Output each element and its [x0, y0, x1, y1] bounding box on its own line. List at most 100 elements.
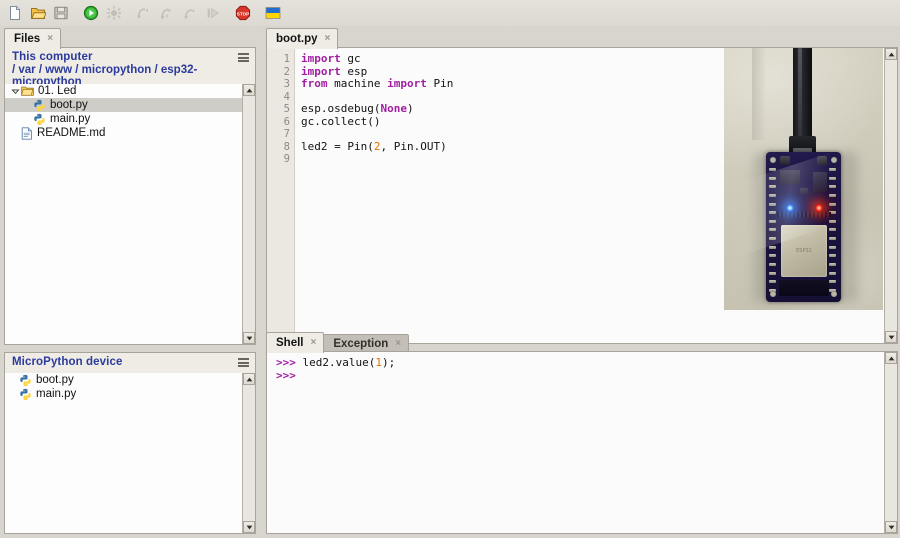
shell-console[interactable]: >>> led2.value(1); >>> [266, 351, 898, 534]
tab-files-label: Files [14, 33, 41, 45]
debug-icon[interactable] [103, 2, 125, 24]
tree-row-label: 01. Led [38, 85, 77, 97]
close-icon[interactable]: × [47, 34, 53, 44]
open-file-icon[interactable] [27, 2, 49, 24]
python-file-icon [33, 99, 46, 112]
scrollbar-track[interactable] [885, 364, 897, 521]
enable-button [817, 156, 827, 165]
shell-scrollbar[interactable] [884, 352, 897, 533]
editor-scrollbar[interactable] [884, 48, 897, 343]
shield-marking: ESP32 [796, 248, 812, 254]
code-token: ) [406, 102, 414, 116]
svg-text:STOP: STOP [237, 11, 249, 16]
right-pin-header [829, 168, 838, 292]
scroll-up-icon[interactable] [243, 373, 255, 385]
markdown-file-icon [21, 126, 33, 140]
code-token: machine [327, 77, 388, 91]
red-led-lit [815, 204, 823, 212]
code-token: , Pin.OUT) [380, 139, 447, 153]
device-tree-scrollbar[interactable] [242, 373, 255, 533]
new-file-icon[interactable] [4, 2, 26, 24]
main-toolbar: STOP [0, 0, 900, 26]
files-panel-title: This computer [12, 51, 93, 63]
python-file-icon [19, 388, 32, 401]
files-tabstrip: Files × [4, 26, 62, 49]
step-into-icon[interactable] [156, 2, 178, 24]
scroll-up-icon[interactable] [885, 48, 897, 60]
scroll-up-icon[interactable] [885, 352, 897, 364]
usb-cable [793, 48, 812, 150]
mount-hole [831, 157, 837, 163]
code-token: Pin [426, 77, 454, 91]
close-icon[interactable]: × [325, 34, 331, 44]
line-number: 6 [283, 115, 290, 128]
device-row-mainpy[interactable]: main.py [5, 387, 242, 401]
line-number: 3 [283, 78, 290, 91]
boot-button [780, 156, 790, 165]
step-over-icon[interactable] [133, 2, 155, 24]
photo-wall-edge [752, 48, 765, 140]
files-tree-scrollbar[interactable] [242, 84, 255, 344]
toolbar-separator [126, 2, 133, 24]
toolbar-separator [255, 2, 262, 24]
code-line: >>> led2.value(1); [271, 356, 883, 370]
toolbar-separator [73, 2, 80, 24]
tree-row-readme[interactable]: README.md [5, 126, 242, 140]
tab-boot-py[interactable]: boot.py × [266, 28, 339, 49]
close-icon[interactable]: × [395, 339, 401, 349]
tab-files[interactable]: Files × [4, 28, 62, 49]
regulator-chip [813, 172, 827, 192]
inner-header-strip [777, 212, 831, 217]
scrollbar-track[interactable] [885, 60, 897, 331]
code-token: led2 = Pin( [301, 139, 374, 153]
line-number: 7 [283, 128, 290, 141]
editor-tabstrip: boot.py × [266, 26, 339, 49]
code-token: esp [340, 64, 368, 78]
python-file-icon [33, 113, 46, 126]
stop-icon[interactable]: STOP [232, 2, 254, 24]
scroll-up-icon[interactable] [243, 84, 255, 96]
esp32-board: ESP32 [766, 152, 841, 302]
resume-icon[interactable] [202, 2, 224, 24]
tab-exception-label: Exception [333, 338, 389, 350]
code-token: gc.collect() [301, 114, 381, 128]
code-editor[interactable]: 1 2 3 4 5 6 7 8 9 import gc import esp fro… [266, 47, 898, 344]
close-icon[interactable]: × [310, 338, 316, 348]
run-icon[interactable] [80, 2, 102, 24]
tab-shell[interactable]: Shell × [266, 332, 325, 353]
folder-icon [21, 85, 34, 97]
chevron-down-icon[interactable] [9, 85, 21, 97]
hamburger-icon[interactable] [238, 53, 249, 62]
scroll-down-icon[interactable] [243, 332, 255, 344]
line-number: 4 [283, 90, 290, 103]
scrollbar-track[interactable] [243, 385, 255, 521]
ukraine-flag-icon[interactable] [262, 2, 284, 24]
step-out-icon[interactable] [179, 2, 201, 24]
tree-row-label: README.md [37, 127, 106, 139]
shell-output-area[interactable]: >>> led2.value(1); >>> [271, 352, 883, 533]
tree-row-bootpy[interactable]: boot.py [5, 98, 242, 112]
tree-row-folder[interactable]: 01. Led [5, 84, 242, 98]
device-tree[interactable]: boot.py main.py [5, 373, 242, 533]
scrollbar-track[interactable] [243, 96, 255, 332]
code-token: led2.value( [302, 356, 376, 369]
scroll-down-icon[interactable] [243, 521, 255, 533]
main-area: boot.py × 1 2 3 4 5 6 7 8 9 import gc imp… [262, 26, 900, 538]
save-file-icon[interactable] [50, 2, 72, 24]
line-number: 9 [283, 153, 290, 166]
files-tree[interactable]: 01. Led boot.py main.py README.md [5, 84, 242, 344]
tree-row-mainpy[interactable]: main.py [5, 112, 242, 126]
hamburger-icon[interactable] [238, 358, 249, 367]
python-file-icon [19, 374, 32, 387]
tree-row-label: main.py [50, 113, 91, 125]
scroll-down-icon[interactable] [885, 521, 897, 533]
left-pin-header [769, 168, 778, 292]
scroll-down-icon[interactable] [885, 331, 897, 343]
device-row-bootpy[interactable]: boot.py [5, 373, 242, 387]
code-token: import [301, 64, 341, 78]
toolbar-separator [225, 2, 232, 24]
micropython-device-panel: MicroPython device boot.py main.py [4, 352, 256, 534]
code-token: gc [340, 52, 361, 65]
device-row-label: main.py [36, 388, 77, 400]
code-token: from [301, 77, 328, 91]
